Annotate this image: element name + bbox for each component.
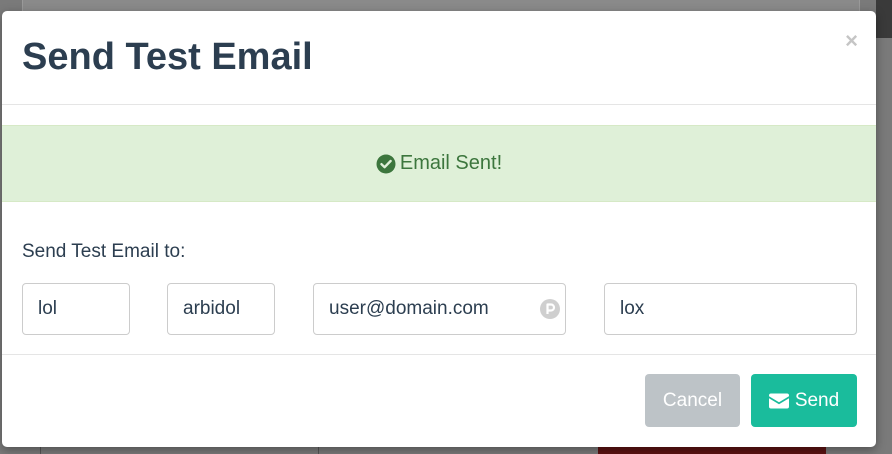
envelope-icon [768, 393, 789, 408]
email-field-wrapper [313, 283, 566, 335]
modal-title: Send Test Email [22, 36, 313, 78]
modal-footer: Cancel Send [2, 354, 876, 447]
send-test-email-modal: Send Test Email × Email Sent! Send Test … [2, 11, 876, 447]
send-label: Send [794, 389, 840, 411]
cancel-label: Cancel [662, 389, 723, 411]
send-to-label: Send Test Email to: [22, 241, 186, 262]
send-button[interactable]: Send [751, 374, 857, 427]
email-input[interactable] [313, 283, 566, 335]
position-input[interactable] [604, 283, 857, 335]
alert-message: Email Sent! [399, 152, 503, 174]
password-manager-icon[interactable] [540, 299, 560, 319]
close-button[interactable]: × [845, 29, 858, 53]
email-sent-alert: Email Sent! [2, 125, 876, 202]
modal-header: Send Test Email × [2, 11, 876, 105]
backdrop-navbar [876, 0, 892, 38]
last-name-input[interactable] [167, 283, 275, 335]
first-name-input[interactable] [22, 283, 130, 335]
cancel-button[interactable]: Cancel [645, 374, 740, 427]
check-circle-icon [376, 154, 396, 173]
